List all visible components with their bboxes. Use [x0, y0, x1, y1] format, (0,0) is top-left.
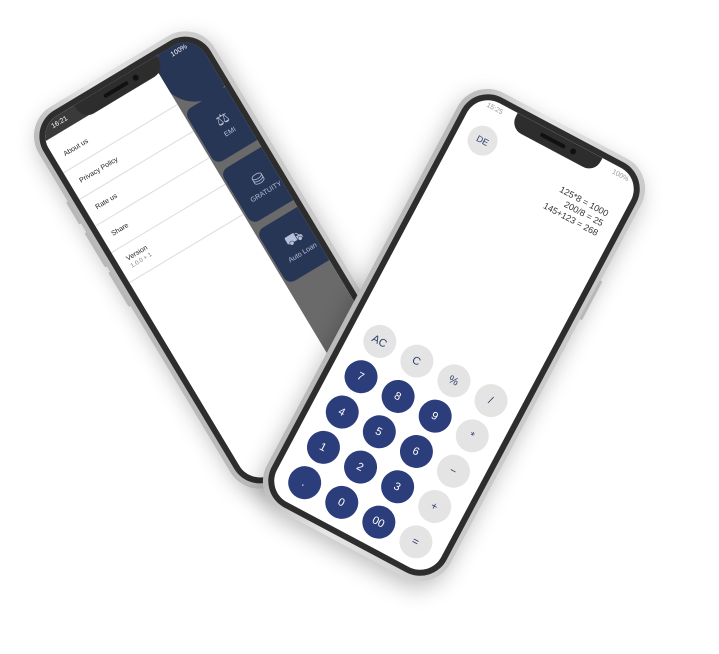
key-label: 4: [319, 389, 365, 435]
key-label: 2: [337, 444, 383, 490]
emi-icon: ⚖: [212, 108, 233, 131]
key-0[interactable]: 0: [318, 479, 365, 525]
key-8[interactable]: 8: [374, 373, 421, 419]
card-label: EMI: [223, 126, 238, 139]
key-label: 0: [319, 479, 364, 525]
mockup-stage: ⚖ EMI ⛁ GRATUITY ⛟ Auto Loan About us Pr…: [0, 0, 719, 654]
key-4[interactable]: 4: [318, 389, 365, 435]
key-label: −: [430, 448, 476, 494]
key-label: 9: [412, 393, 458, 439]
delete-button[interactable]: DE: [462, 120, 503, 161]
key-9[interactable]: 9: [411, 393, 458, 439]
key-1[interactable]: 1: [299, 424, 346, 470]
key-equals[interactable]: =: [392, 519, 439, 565]
key-percent[interactable]: %: [430, 358, 477, 404]
key-decimal[interactable]: .: [281, 459, 328, 505]
key-label: AC: [357, 318, 402, 364]
key-plus[interactable]: +: [411, 483, 458, 529]
key-label: +: [411, 483, 457, 529]
key-label: 3: [374, 464, 420, 509]
key-label: 00: [356, 499, 401, 545]
key-label: 1: [300, 424, 346, 470]
key-multiply[interactable]: *: [448, 413, 495, 459]
key-label: 8: [375, 373, 420, 419]
key-double-zero[interactable]: 00: [355, 499, 402, 545]
status-time: 15:25: [485, 101, 504, 117]
key-label: 6: [393, 428, 439, 474]
key-label: 7: [338, 354, 383, 399]
key-divide[interactable]: /: [467, 377, 514, 423]
camera-icon: [569, 147, 578, 156]
key-label: *: [449, 413, 495, 458]
key-label: 5: [356, 409, 402, 454]
key-7[interactable]: 7: [337, 353, 384, 399]
gratuity-icon: ⛁: [248, 168, 269, 190]
key-minus[interactable]: −: [429, 448, 476, 494]
calculation-history: 125*8 = 1000 200/8 = 25 145+123 = 268: [541, 181, 610, 239]
key-5[interactable]: 5: [355, 409, 402, 455]
key-3[interactable]: 3: [374, 464, 421, 510]
key-label: /: [468, 378, 513, 423]
key-clear[interactable]: C: [393, 338, 440, 384]
key-label: C: [394, 338, 439, 384]
key-all-clear[interactable]: AC: [356, 318, 403, 364]
key-2[interactable]: 2: [336, 444, 383, 490]
key-6[interactable]: 6: [392, 428, 439, 474]
key-label: .: [281, 460, 327, 505]
key-label: =: [393, 519, 438, 564]
camera-icon: [131, 73, 140, 83]
key-label: %: [431, 358, 476, 403]
